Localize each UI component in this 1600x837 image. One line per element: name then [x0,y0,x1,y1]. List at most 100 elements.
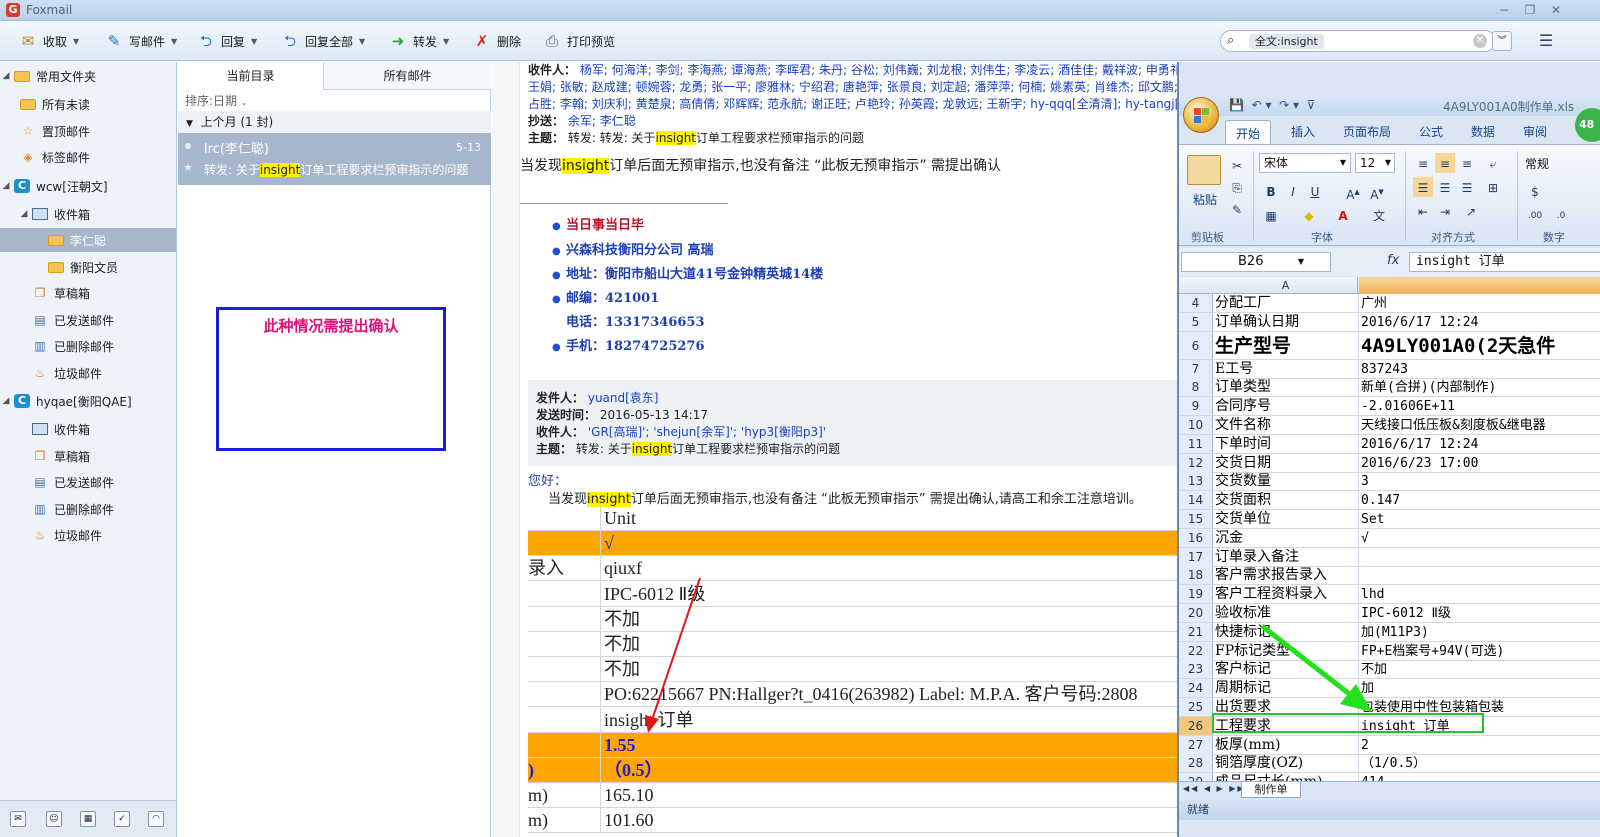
wrap-text-icon[interactable]: ⤶ [1483,153,1503,173]
restore-button[interactable]: ❐ [1522,3,1538,17]
column-header-a[interactable]: A [1214,277,1358,294]
cell-a[interactable]: 周期标记 [1215,679,1359,697]
row-number[interactable]: 23 [1179,660,1213,678]
row-number[interactable]: 14 [1179,491,1213,509]
cell-b[interactable]: 不加 [1361,660,1600,678]
italic-button[interactable]: I [1283,181,1303,201]
fill-color-icon[interactable]: ◆ [1299,205,1319,225]
row-number[interactable]: 22 [1179,642,1213,660]
cell-a[interactable]: 快捷标记 [1215,623,1359,641]
reply-button[interactable]: ⮌ 回复 ▼ [196,30,257,52]
cell-b[interactable]: IPC-6012 Ⅱ级 [1361,604,1600,622]
cell-b[interactable] [1361,548,1600,566]
forward-button[interactable]: ➜ 转发 ▼ [388,30,449,52]
cell-a[interactable]: 客户工程资料录入 [1215,585,1359,603]
row-number[interactable]: 5 [1179,313,1213,331]
delete-button[interactable]: ✗ 删除 [472,30,521,52]
tab-page-layout[interactable]: 页面布局 [1343,123,1391,140]
align-left-icon[interactable]: ☰ [1413,177,1433,197]
cell-a[interactable]: 订单录入备注 [1215,548,1359,566]
cell-b[interactable]: Set [1361,510,1600,528]
clear-search-icon[interactable]: ✕ [1473,34,1487,48]
fwd-to[interactable]: 'GR[高瑞]'; 'shejun[余军]'; 'hyp3[衡阳p3]' [588,425,826,439]
cell-b[interactable]: 加 [1361,679,1600,697]
row-number[interactable]: 18 [1179,566,1213,584]
chevron-down-icon[interactable]: ▼ [359,37,365,46]
align-middle-icon[interactable]: ≡ [1435,153,1455,173]
undo-icon[interactable]: ↶ [1252,98,1262,112]
cell-a[interactable]: 下单时间 [1215,435,1359,453]
close-button[interactable]: ✕ [1548,3,1564,17]
account-wcw[interactable]: ◢ Cwcw[汪朝文] [0,174,176,198]
contacts-icon[interactable]: ☺ [46,811,62,827]
row-number[interactable]: 4 [1179,294,1213,312]
cell-a[interactable]: FP标记类型 [1215,642,1359,660]
row-number[interactable]: 28 [1179,754,1213,772]
font-name-select[interactable]: 宋体 ▼ [1259,153,1351,173]
row-number[interactable]: 8 [1179,378,1213,396]
decimal-icon[interactable]: .00 [1525,205,1545,225]
collapse-icon[interactable]: ◢ [0,181,12,191]
folder-pinned[interactable]: ☆ 置顶邮件 [0,119,176,143]
list-item[interactable]: ★ lrc(李仁聪) 5-13 转发: 关于insight订单工程要求栏预审指示… [178,133,491,185]
search-options-button[interactable]: ︾ [1492,31,1512,51]
row-number[interactable]: 25 [1179,698,1213,716]
cell-b[interactable]: 加(M11P3) [1361,623,1600,641]
folder-sent-hyqae[interactable]: ▤ 已发送邮件 [0,470,176,494]
row-number[interactable]: 26 [1179,717,1213,735]
collapse-icon[interactable]: ◢ [18,209,30,219]
decimal-decrease-icon[interactable]: .0 [1551,205,1571,225]
cell-a[interactable]: 订单确认日期 [1215,313,1359,331]
font-color-icon[interactable]: A [1333,205,1353,225]
formula-input[interactable]: insight 订单 [1409,252,1600,272]
collapse-icon[interactable]: ◢ [0,396,12,406]
folder-sent-wcw[interactable]: ▤ 已发送邮件 [0,308,176,332]
row-number[interactable]: 10 [1179,416,1213,434]
receive-button[interactable]: ✉ 收取 ▼ [18,30,79,52]
cell-b[interactable]: 2016/6/17 12:24 [1361,435,1600,453]
cell-b[interactable]: 2016/6/17 12:24 [1361,313,1600,331]
cc-recipients[interactable]: 余军; 李仁聪 [568,114,636,128]
read-status-icon[interactable] [185,143,191,149]
account-hyqae[interactable]: ◢ Chyqae[衡阳QAE] [0,389,176,413]
tab-insert[interactable]: 插入 [1291,123,1315,140]
folder-hengyang-clerk[interactable]: 衡阳文员 [0,255,176,279]
row-number[interactable]: 24 [1179,679,1213,697]
row-number[interactable]: 13 [1179,472,1213,490]
font-size-select[interactable]: 12 ▼ [1355,153,1395,173]
cell-a[interactable]: 合同序号 [1215,397,1359,415]
bold-button[interactable]: B [1261,181,1281,201]
row-number[interactable]: 20 [1179,604,1213,622]
tasks-icon[interactable]: ✓ [114,811,130,827]
chevron-down-icon[interactable]: ▼ [443,37,449,46]
number-format-select[interactable]: 常规 [1525,155,1549,172]
row-number[interactable]: 21 [1179,623,1213,641]
cell-a[interactable]: 分配工厂 [1215,294,1359,312]
chevron-down-icon[interactable]: ▼ [251,37,257,46]
decrease-indent-icon[interactable]: ⇤ [1413,201,1433,221]
cell-b[interactable]: lhd [1361,585,1600,603]
folder-deleted-wcw[interactable]: ▥ 已删除邮件 [0,334,176,358]
cell-b[interactable]: 837243 [1361,360,1600,378]
row-number[interactable]: 9 [1179,397,1213,415]
cell-a[interactable]: 沉金 [1215,529,1359,547]
cell-a[interactable]: 文件名称 [1215,416,1359,434]
fx-icon[interactable]: fx [1387,253,1399,268]
cut-icon[interactable]: ✂ [1227,155,1247,175]
underline-button[interactable]: U [1305,181,1325,201]
search-tag[interactable]: 全文:insight [1249,34,1324,49]
cell-a[interactable]: 验收标准 [1215,604,1359,622]
cell-a[interactable]: 客户标记 [1215,660,1359,678]
cell-b[interactable]: 广州 [1361,294,1600,312]
save-icon[interactable]: 💾 [1229,98,1244,112]
tab-formulas[interactable]: 公式 [1419,123,1443,140]
merge-cells-icon[interactable]: ⊞ [1483,177,1503,197]
folder-junk-wcw[interactable]: ♨ 垃圾邮件 [0,361,176,385]
name-box[interactable]: B26 ▼ [1181,252,1331,272]
tab-current-folder[interactable]: 当前目录 [178,62,324,90]
collapse-icon[interactable]: ◢ [0,71,12,81]
tab-all-mail[interactable]: 所有邮件 [324,62,491,90]
tab-review[interactable]: 审阅 [1523,123,1547,140]
folder-drafts-wcw[interactable]: ❐ 草稿箱 [0,281,176,305]
calendar-icon[interactable]: ▦ [80,811,96,827]
